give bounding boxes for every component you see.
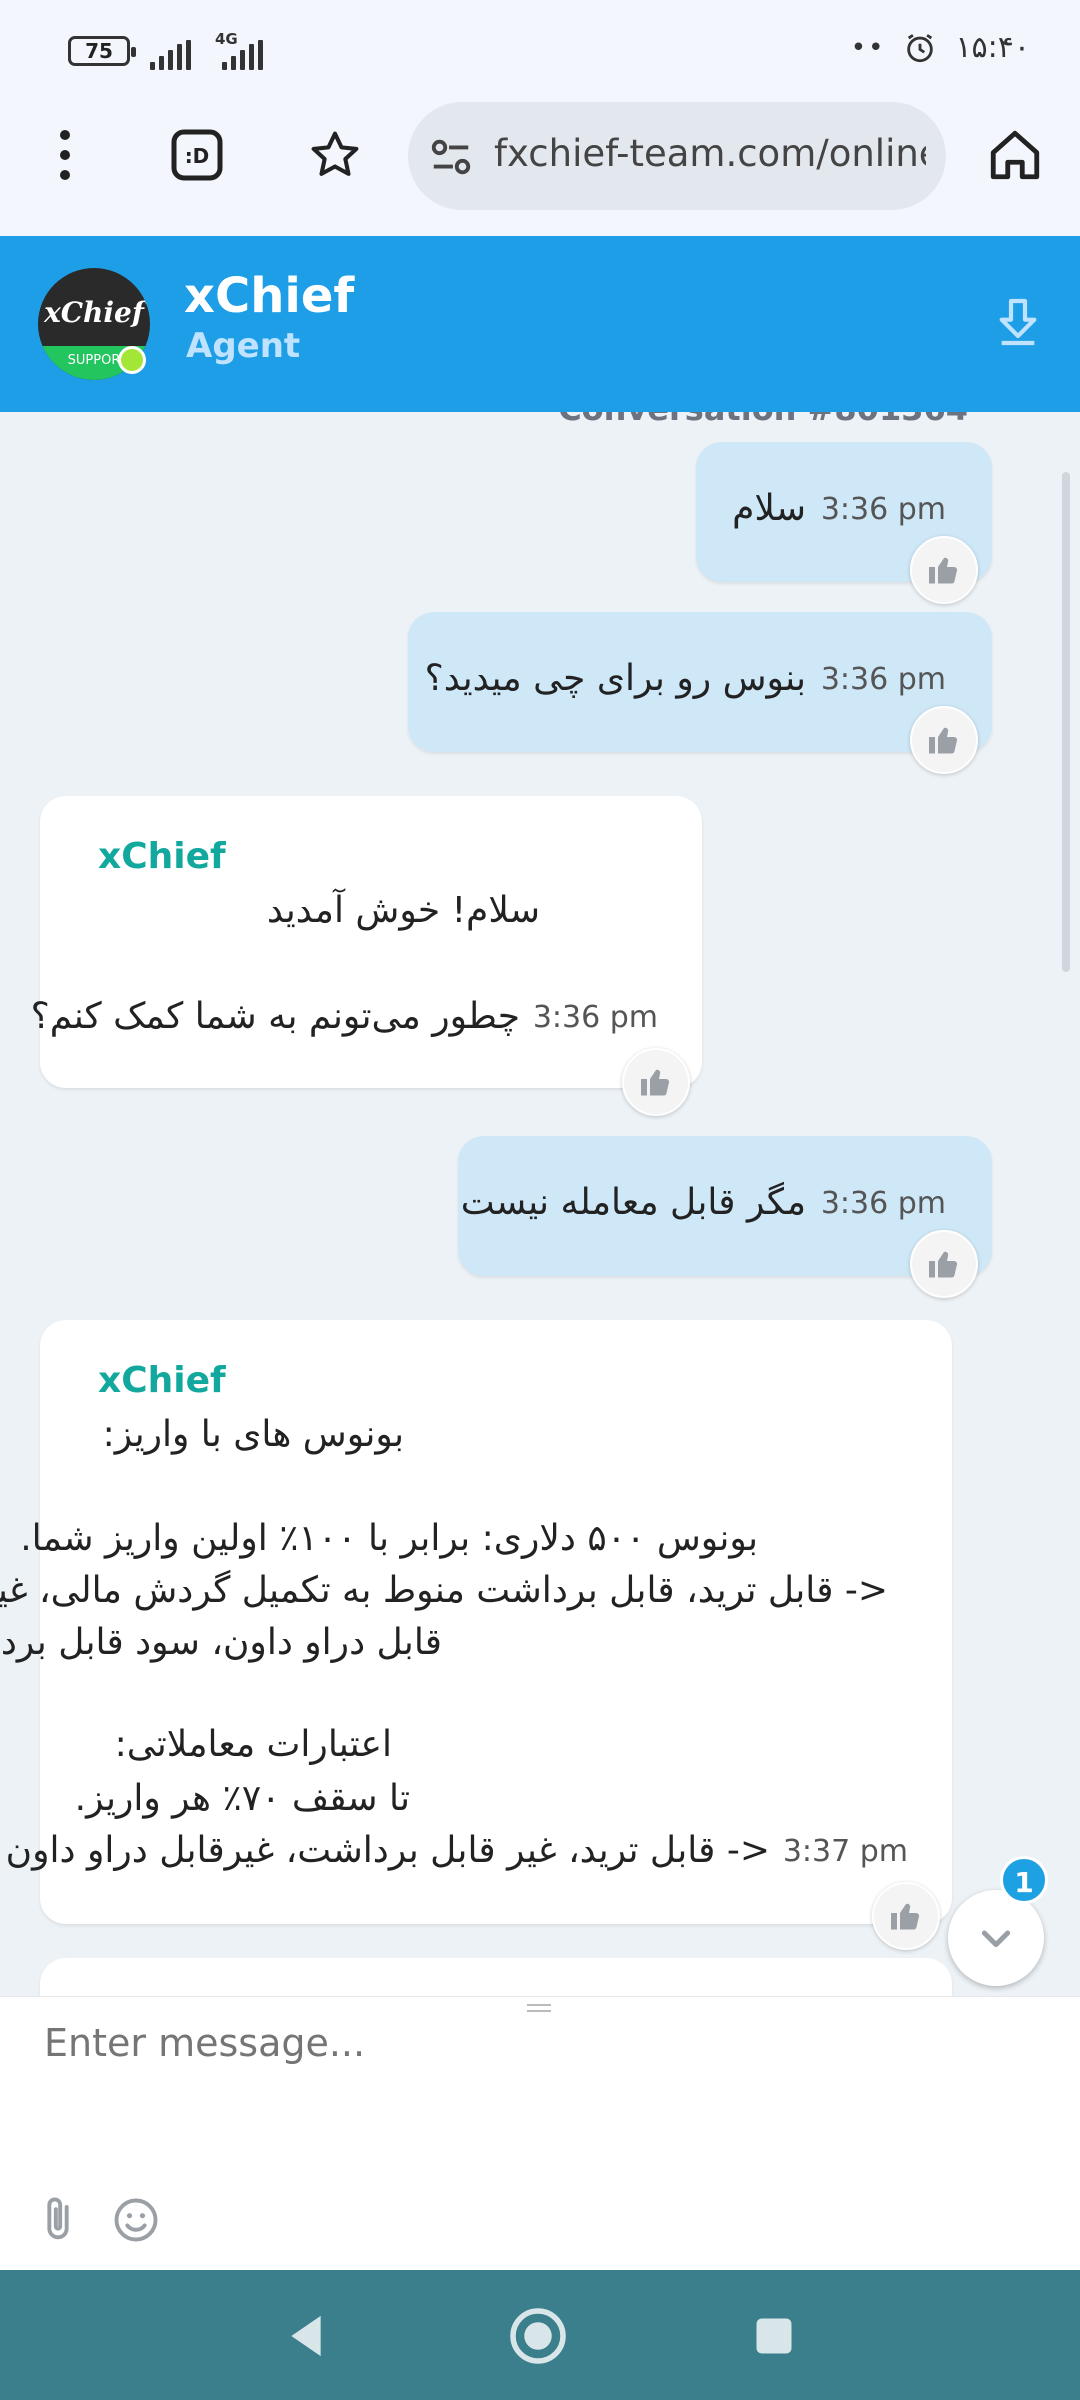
- scrollbar[interactable]: [1062, 472, 1070, 972]
- message-bubble-incoming-partial: [40, 1958, 952, 1996]
- more-vert-icon[interactable]: [30, 120, 100, 190]
- message-bubble-outgoing: بنوس رو برای چی میدید؟ 3:36 pm: [408, 612, 992, 752]
- message-line: بونوس ۵۰۰ دلاری: برابر با ۱۰۰٪ اولین وار…: [20, 1518, 758, 1559]
- attachment-icon[interactable]: [32, 2194, 84, 2246]
- alarm-icon: [907, 33, 934, 62]
- message-time: 3:36 pm: [820, 662, 946, 697]
- status-bar: 75 4G •• ۱۵:۴۰: [0, 0, 1080, 100]
- message-line: چطور می‌تونم به شما کمک کنم؟: [30, 996, 520, 1037]
- message-time: 3:36 pm: [820, 1186, 946, 1221]
- url-text[interactable]: fxchief-team.com/online/fa: [494, 132, 926, 175]
- message-text: بنوس رو برای چی میدید؟: [424, 658, 806, 699]
- recents-icon[interactable]: [744, 2306, 804, 2366]
- thumbs-up-icon[interactable]: [622, 1048, 690, 1116]
- home-nav-icon[interactable]: [508, 2306, 568, 2366]
- chat-subtitle: Agent: [186, 326, 301, 366]
- message-text: سلام: [732, 488, 806, 529]
- battery-icon: 75: [68, 36, 136, 66]
- chat-title: xChief: [184, 268, 355, 324]
- thumbs-up-icon[interactable]: [910, 706, 978, 774]
- back-icon[interactable]: [276, 2306, 336, 2366]
- message-line: <- قابل ترید، قابل برداشت منوط به تکمیل …: [0, 1570, 888, 1611]
- sender-name: xChief: [98, 1360, 226, 1401]
- svg-text::D: :D: [185, 144, 210, 168]
- resize-handle-icon[interactable]: [526, 2002, 552, 2014]
- download-icon[interactable]: [990, 294, 1046, 350]
- unread-count-badge: 1: [1000, 1856, 1048, 1904]
- message-bubble-incoming: xChief بونوس های با واریز: بونوس ۵۰۰ دلا…: [0, 1320, 952, 1924]
- thumbs-up-icon[interactable]: [910, 536, 978, 604]
- message-line: قابل دراو داون، سود قابل برداشت: [0, 1622, 442, 1663]
- avatar-logo-text: xChief: [44, 296, 144, 329]
- message-bubble-incoming: xChief سلام! خوش آمدید چطور می‌تونم به ش…: [31, 796, 702, 1088]
- message-time: 3:36 pm: [532, 1000, 658, 1035]
- tab-switcher-icon[interactable]: :D: [162, 120, 232, 190]
- chevron-down-icon: [981, 1930, 1011, 1948]
- home-icon[interactable]: [980, 120, 1050, 190]
- message-input[interactable]: [42, 2020, 946, 2066]
- message-line: تا سقف ۷۰٪ هر واریز.: [74, 1778, 410, 1819]
- message-line: <- قابل ترید، غیر قابل برداشت، غیرقابل د…: [5, 1830, 770, 1871]
- chat-header: [0, 236, 1080, 412]
- message-time: 3:37 pm: [782, 1834, 908, 1869]
- message-line: سلام! خوش آمدید: [266, 890, 540, 931]
- thumbs-up-icon[interactable]: [910, 1230, 978, 1298]
- message-line: بونوس های با واریز:: [102, 1414, 404, 1455]
- sender-name: xChief: [98, 836, 226, 877]
- signal-strength-icon-2: [222, 38, 263, 70]
- message-list[interactable]: Conversation #801364 سلام 3:36 pm بنوس ر…: [0, 412, 1080, 1996]
- notification-dots-icon: ••: [850, 32, 886, 63]
- clock: ۱۵:۴۰: [955, 30, 1030, 65]
- thumbs-up-icon[interactable]: [872, 1882, 940, 1950]
- online-status-indicator: [118, 346, 146, 374]
- site-settings-icon[interactable]: [416, 122, 486, 192]
- bookmark-star-icon[interactable]: [300, 120, 370, 190]
- message-text: مگر قابل معامله نیست: [460, 1182, 806, 1223]
- emoji-icon[interactable]: [110, 2194, 162, 2246]
- signal-strength-icon: [150, 38, 191, 70]
- message-time: 3:36 pm: [820, 492, 946, 527]
- conversation-id: Conversation #801364: [558, 412, 968, 428]
- scroll-to-bottom-button[interactable]: [948, 1890, 1044, 1986]
- message-line: اعتبارات معاملاتی:: [114, 1724, 392, 1765]
